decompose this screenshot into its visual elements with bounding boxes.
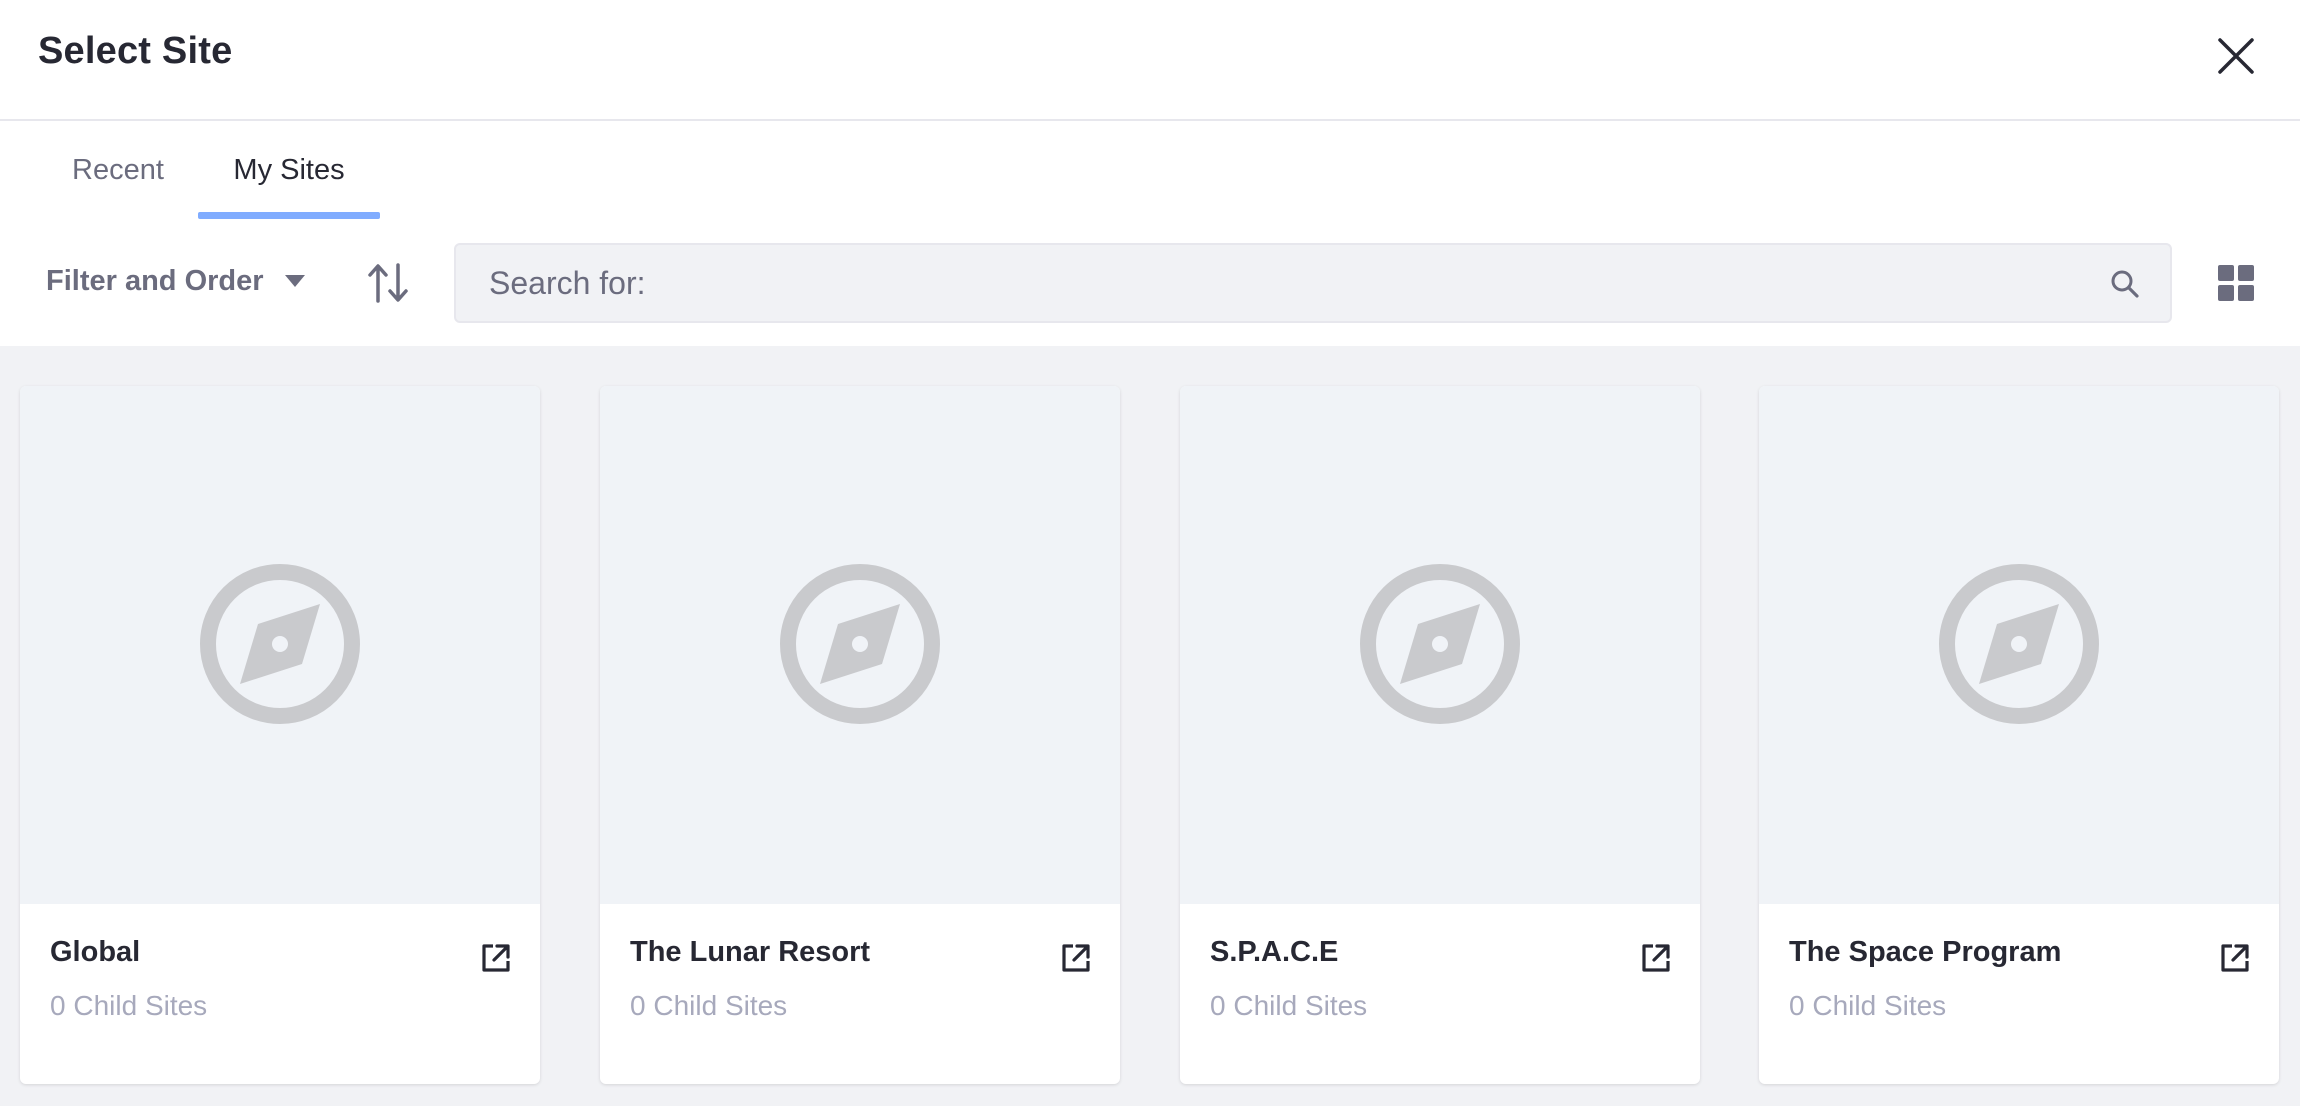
sites-grid: Global 0 Child Sites The Lunar Resort 0 … <box>0 346 2300 1106</box>
site-card-image <box>20 386 540 904</box>
site-name: The Lunar Resort <box>630 936 871 968</box>
external-link-icon[interactable] <box>1640 942 1672 974</box>
modal-title: Select Site <box>38 30 233 72</box>
tab-recent[interactable]: Recent <box>48 121 188 219</box>
site-card-image <box>600 386 1120 904</box>
search-box <box>454 243 2172 323</box>
sort-order-button[interactable] <box>366 261 412 305</box>
compass-icon <box>1939 564 2099 724</box>
display-style-button[interactable] <box>2218 265 2254 301</box>
site-child-count: 0 Child Sites <box>630 990 788 1021</box>
site-name: Global <box>50 936 141 968</box>
close-icon <box>2218 38 2254 74</box>
site-child-count: 0 Child Sites <box>50 990 208 1021</box>
tab-my-sites[interactable]: My Sites <box>198 121 380 219</box>
site-name: The Space Program <box>1789 936 2062 968</box>
site-child-count: 0 Child Sites <box>1789 990 1947 1021</box>
grid-view-icon <box>2218 265 2254 301</box>
search-icon[interactable] <box>2110 269 2140 299</box>
compass-icon <box>200 564 360 724</box>
site-name: S.P.A.C.E <box>1210 936 1339 968</box>
close-button[interactable] <box>2214 34 2258 78</box>
search-input[interactable] <box>456 245 2170 321</box>
site-card[interactable]: The Lunar Resort 0 Child Sites <box>600 386 1120 1084</box>
filter-and-order-dropdown[interactable]: Filter and Order <box>46 255 306 307</box>
compass-icon <box>1360 564 1520 724</box>
order-arrows-icon <box>368 263 408 303</box>
external-link-icon[interactable] <box>2219 942 2251 974</box>
site-card[interactable]: The Space Program 0 Child Sites <box>1759 386 2279 1084</box>
external-link-icon[interactable] <box>480 942 512 974</box>
caret-down-icon <box>284 275 305 287</box>
filter-and-order-label: Filter and Order <box>46 264 264 297</box>
site-card[interactable]: Global 0 Child Sites <box>20 386 540 1084</box>
compass-icon <box>780 564 940 724</box>
site-child-count: 0 Child Sites <box>1210 990 1368 1021</box>
management-toolbar: Filter and Order <box>0 219 2300 346</box>
site-card-image <box>1180 386 1700 904</box>
select-site-modal: Select Site Recent My Sites Filter and O… <box>0 0 2300 1106</box>
site-card-image <box>1759 386 2279 904</box>
external-link-icon[interactable] <box>1060 942 1092 974</box>
site-card[interactable]: S.P.A.C.E 0 Child Sites <box>1180 386 1700 1084</box>
modal-header: Select Site <box>0 0 2300 121</box>
tab-bar: Recent My Sites <box>0 121 2300 219</box>
